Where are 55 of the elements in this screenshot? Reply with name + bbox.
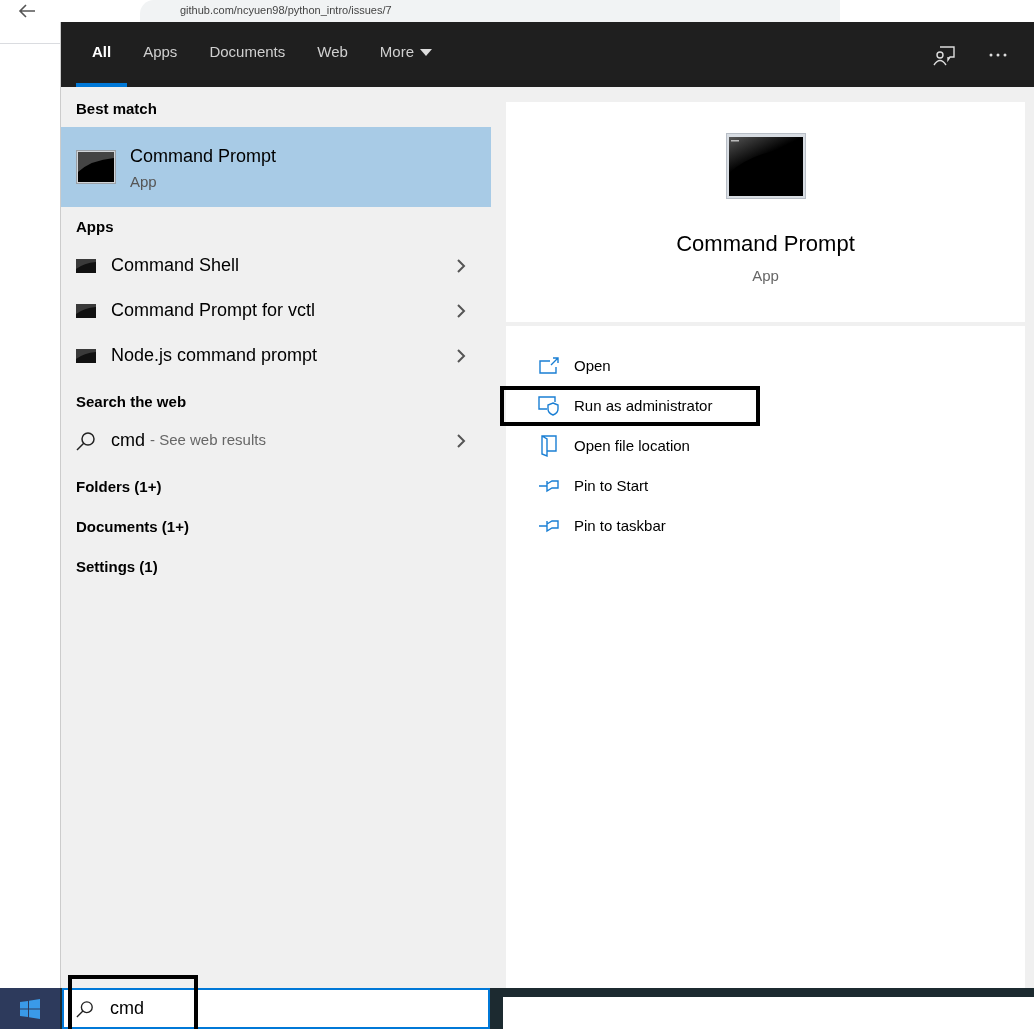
section-heading: Documents (1+)	[75, 516, 190, 537]
result-label: Node.js command prompt	[111, 344, 318, 367]
terminal-window-icon	[76, 348, 96, 363]
search-filter-tab[interactable]: Web	[301, 22, 364, 87]
pin-icon	[538, 479, 560, 493]
chevron-right-icon[interactable]	[456, 432, 466, 449]
best-match-item[interactable]: Command Prompt App	[61, 127, 491, 207]
folder-icon	[541, 435, 557, 457]
search-filter-tab[interactable]: More	[363, 22, 448, 87]
result-title: Command Prompt	[130, 145, 277, 167]
result-label: Command Prompt for vctl	[111, 299, 316, 322]
section-heading: Best match	[75, 99, 158, 119]
action-item[interactable]: Pin to taskbar	[500, 506, 760, 546]
pin-icon	[538, 519, 560, 533]
terminal-window-icon	[725, 133, 806, 199]
more-options-icon[interactable]	[989, 52, 1007, 57]
dropdown-caret-icon	[420, 48, 432, 57]
action-item[interactable]: Run as administrator	[500, 386, 760, 426]
terminal-window-icon	[76, 303, 96, 318]
action-item[interactable]: Pin to Start	[500, 466, 760, 506]
taskbar-search-field[interactable]: cmd	[62, 988, 490, 1029]
terminal-window-icon	[76, 150, 116, 184]
preview-title: Command Prompt	[676, 231, 855, 257]
preview-type: App	[752, 266, 779, 286]
back-arrow-icon[interactable]	[18, 4, 36, 18]
chevron-right-icon[interactable]	[456, 347, 466, 364]
result-item[interactable]: Command Prompt for vctl	[61, 288, 491, 333]
result-type: App	[130, 173, 158, 191]
result-item[interactable]: Node.js command prompt	[61, 333, 491, 378]
search-query: cmd	[110, 997, 144, 1020]
section-heading: Apps	[75, 216, 115, 237]
start-button[interactable]	[0, 988, 60, 1029]
search-filter-tab[interactable]: All	[76, 22, 128, 87]
address-bar[interactable]: github.com/ncyuen98/python_intro/issues/7	[140, 0, 840, 22]
result-item[interactable]: cmd - See web results	[61, 418, 491, 463]
search-icon	[76, 999, 94, 1018]
windows-logo-icon	[20, 998, 40, 1019]
result-item[interactable]: Command Shell	[61, 243, 491, 288]
search-filter-tab[interactable]: Documents	[193, 22, 302, 87]
action-item[interactable]: Open	[500, 346, 760, 386]
section-heading: Settings (1)	[75, 556, 159, 577]
result-label: Command Shell	[111, 254, 240, 277]
search-icon	[76, 430, 96, 451]
shield-icon	[538, 396, 560, 416]
result-label: cmd	[111, 429, 145, 452]
chevron-right-icon[interactable]	[456, 302, 466, 319]
section-heading: Folders (1+)	[75, 476, 163, 497]
action-item[interactable]: Open file location	[500, 426, 760, 466]
terminal-window-icon	[76, 258, 96, 273]
result-hint: - See web results	[150, 430, 266, 451]
section-heading: Search the web	[75, 391, 188, 412]
chevron-right-icon[interactable]	[456, 257, 466, 274]
feedback-icon[interactable]	[933, 43, 955, 66]
open-window-icon	[539, 357, 559, 375]
search-filter-tab[interactable]: Apps	[127, 22, 194, 87]
